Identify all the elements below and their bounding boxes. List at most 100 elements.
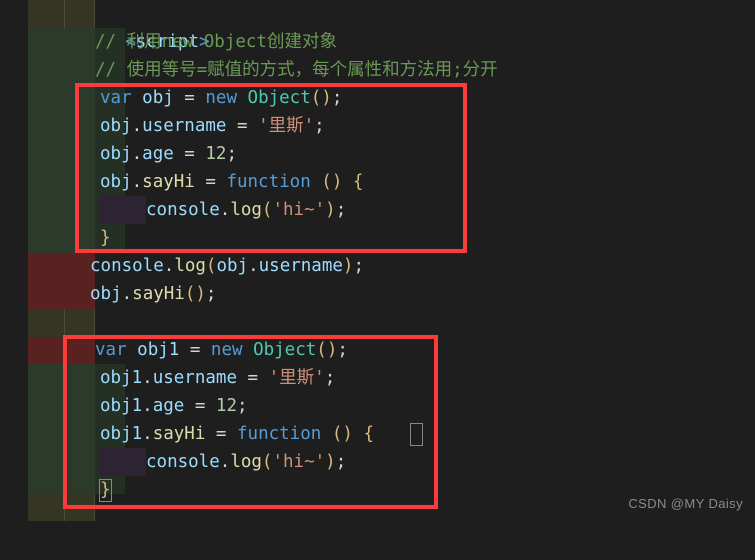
paren-close: )	[325, 452, 336, 472]
number-12-1: 12	[205, 144, 227, 164]
string-hi-1: 'hi~'	[272, 200, 326, 220]
brace-close-1: }	[100, 228, 111, 248]
parens-4: ()	[316, 340, 338, 360]
parens-1: ()	[310, 88, 332, 108]
identifier-obj1: obj1	[137, 340, 180, 360]
keyword-new-1: new	[205, 88, 237, 108]
code-line-10[interactable]: console.log(obj.username);	[0, 252, 755, 280]
method-sayhi-1: sayHi	[142, 172, 195, 192]
watermark-label: CSDN @MY Daisy	[628, 496, 743, 511]
semicolon-8: ;	[324, 368, 336, 388]
string-hi-2: 'hi~'	[272, 452, 326, 472]
string-lisi-2: '里斯'	[268, 368, 325, 388]
code-line-14[interactable]: obj1.username = '里斯';	[0, 364, 755, 392]
property-username-3: username	[152, 368, 237, 388]
identifier-obj: obj	[100, 116, 132, 136]
identifier-obj: obj	[90, 284, 122, 304]
brace-open-1: {	[352, 172, 364, 192]
code-line-3[interactable]: // 使用等号=赋值的方式，每个属性和方法用;分开	[0, 56, 755, 84]
code-editor[interactable]: <script> // 利用new Object创建对象 // 使用等号=赋值的…	[0, 0, 755, 521]
parens-3: ()	[184, 284, 206, 304]
bracket-match-open-icon	[410, 423, 423, 446]
dot: .	[121, 284, 133, 304]
comment-assignment-style: // 使用等号=赋值的方式，每个属性和方法用;分开	[95, 60, 498, 80]
operator-assign-3: =	[173, 144, 206, 164]
dot: .	[219, 200, 231, 220]
code-line-11[interactable]: obj.sayHi();	[0, 280, 755, 308]
code-line-16[interactable]: obj1.sayHi = function () {	[0, 420, 755, 448]
dot: .	[131, 144, 143, 164]
type-object-2: Object	[253, 340, 317, 360]
dot: .	[131, 172, 143, 192]
dot: .	[142, 424, 153, 444]
object-console-3: console	[146, 452, 220, 472]
code-line-12-blank[interactable]	[0, 308, 755, 336]
keyword-function-1: function	[226, 172, 311, 192]
paren-close: )	[342, 256, 354, 276]
code-line-5[interactable]: obj.username = '里斯';	[0, 112, 755, 140]
method-log-3: log	[230, 452, 262, 472]
code-line-6[interactable]: obj.age = 12;	[0, 140, 755, 168]
identifier-obj: obj	[216, 256, 249, 276]
keyword-var-2: var	[95, 340, 127, 360]
dot: .	[131, 116, 143, 136]
method-log-1: log	[230, 200, 262, 220]
code-line-15[interactable]: obj1.age = 12;	[0, 392, 755, 420]
dot: .	[142, 368, 153, 388]
string-lisi-1: '里斯'	[258, 116, 315, 136]
method-sayhi-3: sayHi	[152, 424, 206, 444]
dot: .	[142, 396, 153, 416]
property-username-1: username	[142, 116, 227, 136]
operator-assign-5: =	[179, 340, 211, 360]
semicolon-10: ;	[335, 452, 347, 472]
identifier-obj1: obj1	[100, 396, 143, 416]
identifier-obj: obj	[100, 144, 132, 164]
semicolon-6: ;	[205, 284, 217, 304]
parens-5: ()	[331, 424, 353, 444]
dot: .	[248, 256, 259, 276]
semicolon-9: ;	[237, 396, 248, 416]
keyword-function-2: function	[237, 424, 322, 444]
code-line-4[interactable]: var obj = new Object();	[0, 84, 755, 112]
property-age-1: age	[142, 144, 174, 164]
operator-assign-8: =	[205, 424, 237, 444]
code-line-17[interactable]: console.log('hi~');	[0, 448, 755, 476]
semicolon-5: ;	[353, 256, 365, 276]
operator-assign-1: =	[173, 88, 206, 108]
operator-assign-7: =	[184, 396, 216, 416]
operator-assign-2: =	[226, 116, 259, 136]
property-age-2: age	[152, 396, 185, 416]
code-line-2[interactable]: // 利用new Object创建对象	[0, 28, 755, 56]
semicolon-1: ;	[331, 88, 343, 108]
code-line-1[interactable]: <script>	[0, 0, 755, 52]
code-line-13[interactable]: var obj1 = new Object();	[0, 336, 755, 364]
identifier-obj1: obj1	[100, 424, 143, 444]
object-console-2: console	[90, 256, 164, 276]
keyword-new-2: new	[210, 340, 243, 360]
code-line-7[interactable]: obj.sayHi = function () {	[0, 168, 755, 196]
paren-close: )	[325, 200, 336, 220]
code-line-9[interactable]: }	[0, 224, 755, 252]
semicolon-4: ;	[335, 200, 347, 220]
brace-open-2: {	[363, 424, 375, 444]
dot: .	[219, 452, 231, 472]
property-username-2: username	[258, 256, 343, 276]
semicolon-2: ;	[314, 116, 325, 136]
operator-assign-6: =	[237, 368, 269, 388]
method-sayhi-2: sayHi	[132, 284, 185, 304]
paren-open: (	[261, 452, 273, 472]
identifier-obj1: obj1	[100, 368, 143, 388]
keyword-var-1: var	[100, 88, 132, 108]
object-console-1: console	[146, 200, 220, 220]
method-log-2: log	[174, 256, 206, 276]
dot: .	[163, 256, 175, 276]
code-line-8[interactable]: console.log('hi~');	[0, 196, 755, 224]
comment-create-object: // 利用new Object创建对象	[95, 32, 337, 52]
parens-2: ()	[321, 172, 343, 192]
